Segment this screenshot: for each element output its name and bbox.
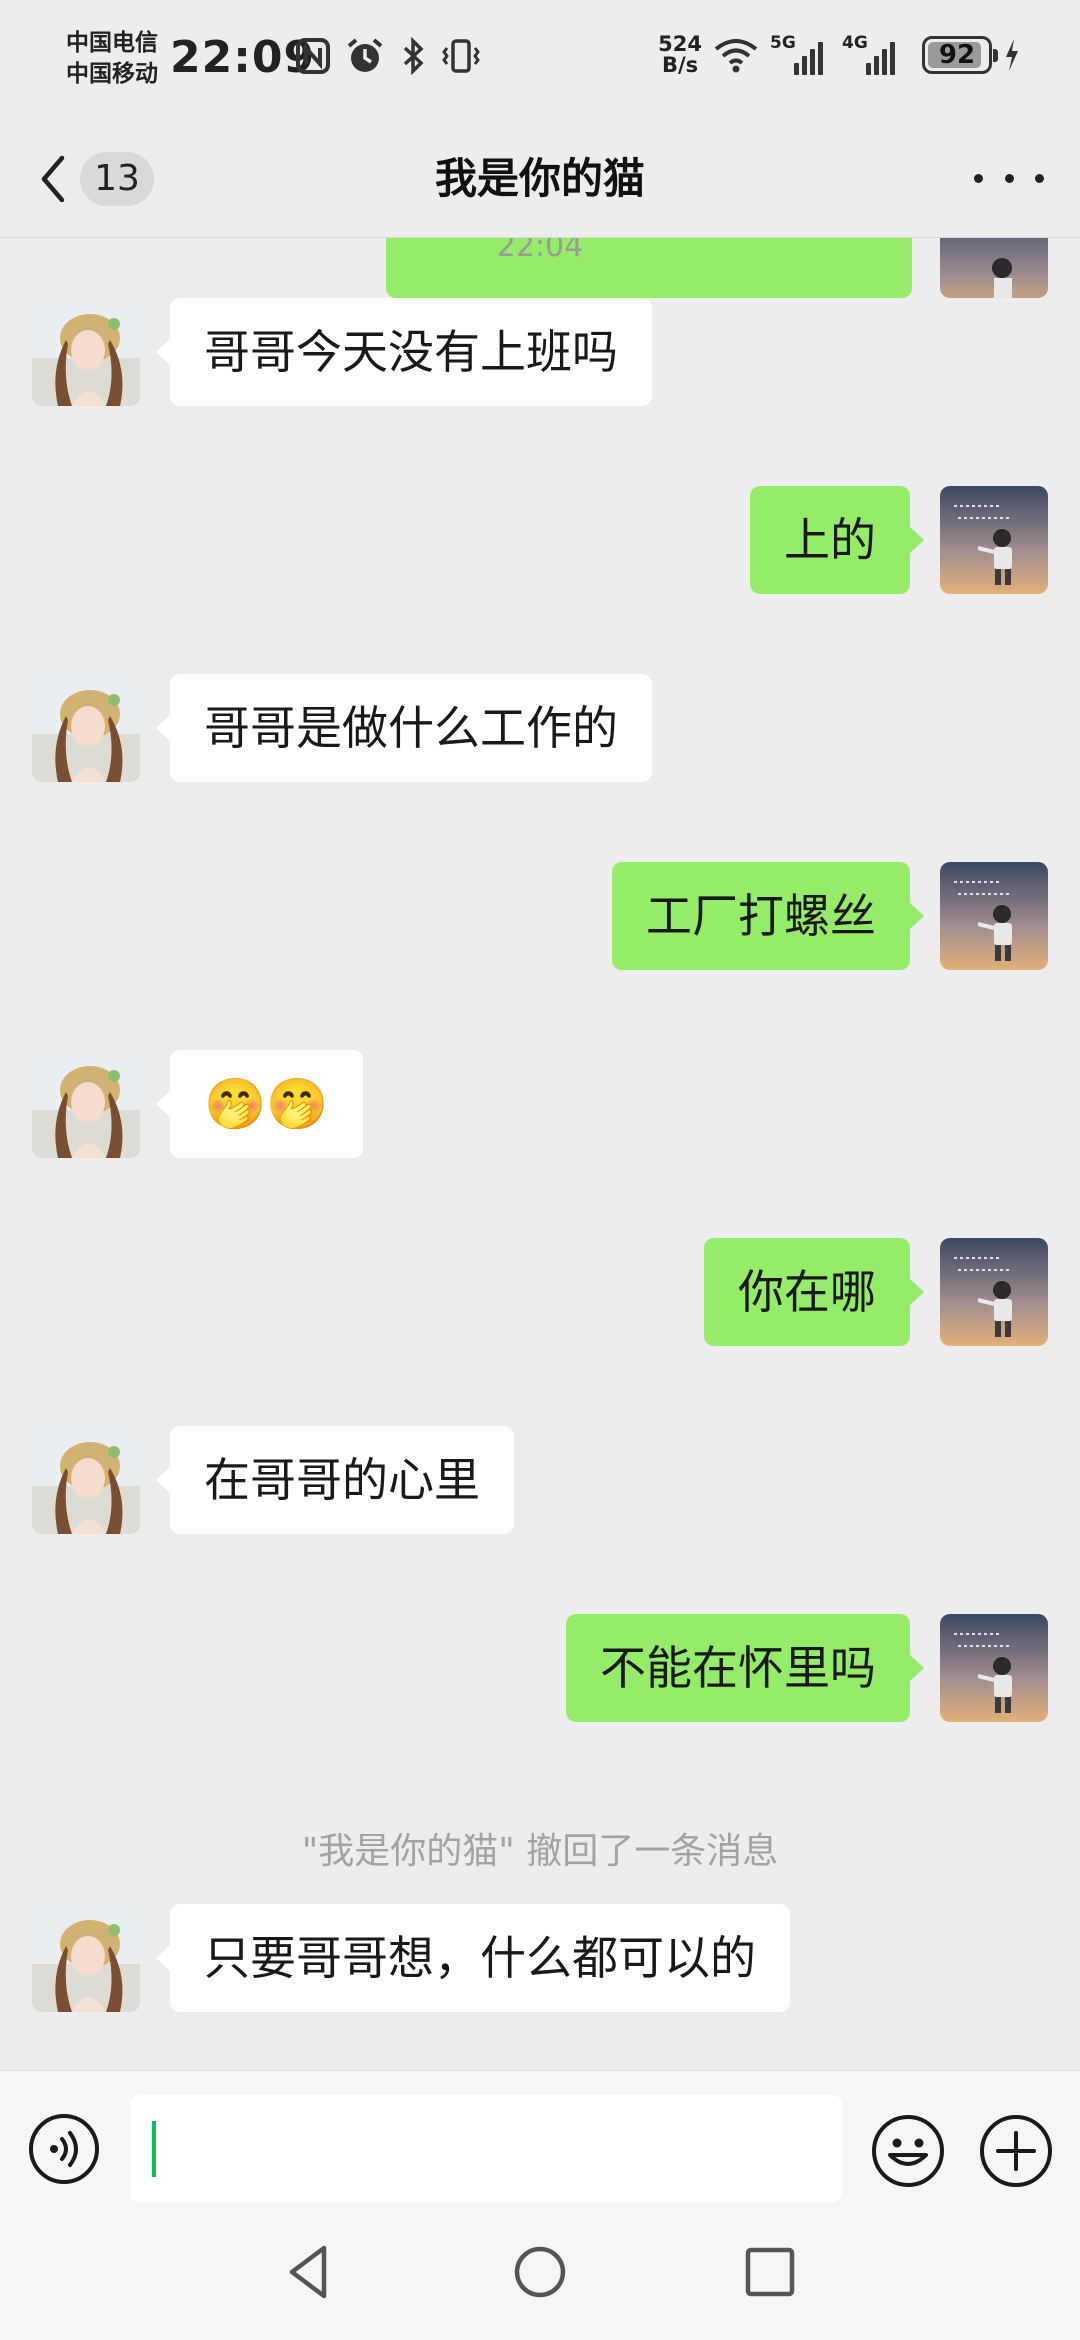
- input-bar: [0, 2070, 1080, 2204]
- contact-avatar[interactable]: [32, 674, 140, 782]
- outgoing-message: 上的: [0, 486, 1080, 596]
- nfc-icon: [296, 38, 330, 74]
- voice-button[interactable]: [28, 2113, 100, 2185]
- back-button[interactable]: 13: [38, 148, 168, 210]
- chat-header: 我是你的猫 13: [0, 120, 1080, 238]
- message-bubble[interactable]: 上的: [750, 486, 924, 594]
- triangle-back-icon: [289, 2245, 327, 2299]
- message-list[interactable]: 22:04 哥哥今天没有上班吗 上的 哥哥是做什么工作的工厂打螺丝 🤭🤭 你在哪在哥哥的…: [0, 238, 1080, 2070]
- voice-icon: [29, 2114, 99, 2184]
- contact-avatar[interactable]: [32, 1426, 140, 1534]
- charging-icon: [1006, 39, 1018, 71]
- contact-avatar[interactable]: [32, 1050, 140, 1158]
- more-icon: [974, 173, 983, 183]
- message-bubble[interactable]: 不能在怀里吗: [566, 1614, 924, 1722]
- carrier-names: 中国电信 中国移动: [66, 28, 158, 90]
- text-caret: [152, 2121, 156, 2177]
- emoji-button[interactable]: [870, 2113, 946, 2189]
- square-recents-icon: [745, 2247, 795, 2297]
- emoji-icon: [872, 2115, 944, 2187]
- vibrate-icon: [442, 39, 480, 73]
- network-speed: 524 B/s: [658, 32, 702, 77]
- my-avatar[interactable]: [940, 862, 1048, 970]
- status-bar: 中国电信 中国移动 22:09 524 B/s 5G 4G 92: [0, 0, 1080, 120]
- outgoing-message: 不能在怀里吗: [0, 1614, 1080, 1724]
- battery-icon: 92: [922, 36, 998, 74]
- battery-level: 92: [938, 40, 976, 70]
- outgoing-message: 你在哪: [0, 1238, 1080, 1348]
- outgoing-message: 工厂打螺丝: [0, 862, 1080, 972]
- system-home-button[interactable]: [508, 2240, 572, 2304]
- contact-avatar[interactable]: [32, 298, 140, 406]
- status-time: 22:09: [170, 32, 316, 83]
- message-input[interactable]: [130, 2095, 842, 2203]
- signal-4g-icon: 4G: [842, 33, 904, 75]
- carrier-1: 中国电信: [66, 30, 158, 56]
- incoming-message: 哥哥是做什么工作的: [0, 674, 1080, 784]
- incoming-message: 🤭🤭: [0, 1050, 1080, 1160]
- circle-home-icon: [514, 2246, 566, 2298]
- time-separator: 22:04: [496, 238, 584, 264]
- message-bubble[interactable]: 工厂打螺丝: [612, 862, 924, 970]
- incoming-message: 只要哥哥想，什么都可以的: [0, 1904, 1080, 2014]
- alarm-icon: [347, 38, 383, 72]
- contact-avatar[interactable]: [32, 1904, 140, 2012]
- more-button[interactable]: [974, 158, 1044, 198]
- carrier-2: 中国移动: [66, 61, 158, 87]
- message-bubble[interactable]: 在哥哥的心里: [156, 1426, 514, 1534]
- system-navigation-bar: [0, 2204, 1080, 2340]
- my-avatar[interactable]: [940, 1238, 1048, 1346]
- unread-count-badge: 13: [80, 152, 154, 206]
- system-recents-button[interactable]: [738, 2240, 802, 2304]
- system-back-button[interactable]: [278, 2240, 342, 2304]
- incoming-message: 在哥哥的心里: [0, 1426, 1080, 1536]
- message-bubble[interactable]: 🤭🤭: [156, 1050, 363, 1158]
- more-functions-button[interactable]: [978, 2113, 1054, 2189]
- recall-notice: "我是你的猫" 撤回了一条消息: [301, 1831, 779, 1872]
- chevron-left-icon: [41, 155, 65, 203]
- bluetooth-icon: [403, 36, 424, 76]
- wifi-icon: [714, 39, 758, 73]
- message-bubble[interactable]: 只要哥哥想，什么都可以的: [156, 1904, 790, 2012]
- incoming-message: 哥哥今天没有上班吗: [0, 298, 1080, 408]
- signal-5g-icon: 5G: [770, 33, 832, 75]
- plus-icon: [980, 2115, 1052, 2187]
- my-avatar[interactable]: [940, 1614, 1048, 1722]
- message-bubble[interactable]: 哥哥是做什么工作的: [156, 674, 652, 782]
- message-bubble[interactable]: 你在哪: [704, 1238, 924, 1346]
- my-avatar[interactable]: [940, 486, 1048, 594]
- message-bubble[interactable]: 哥哥今天没有上班吗: [156, 298, 652, 406]
